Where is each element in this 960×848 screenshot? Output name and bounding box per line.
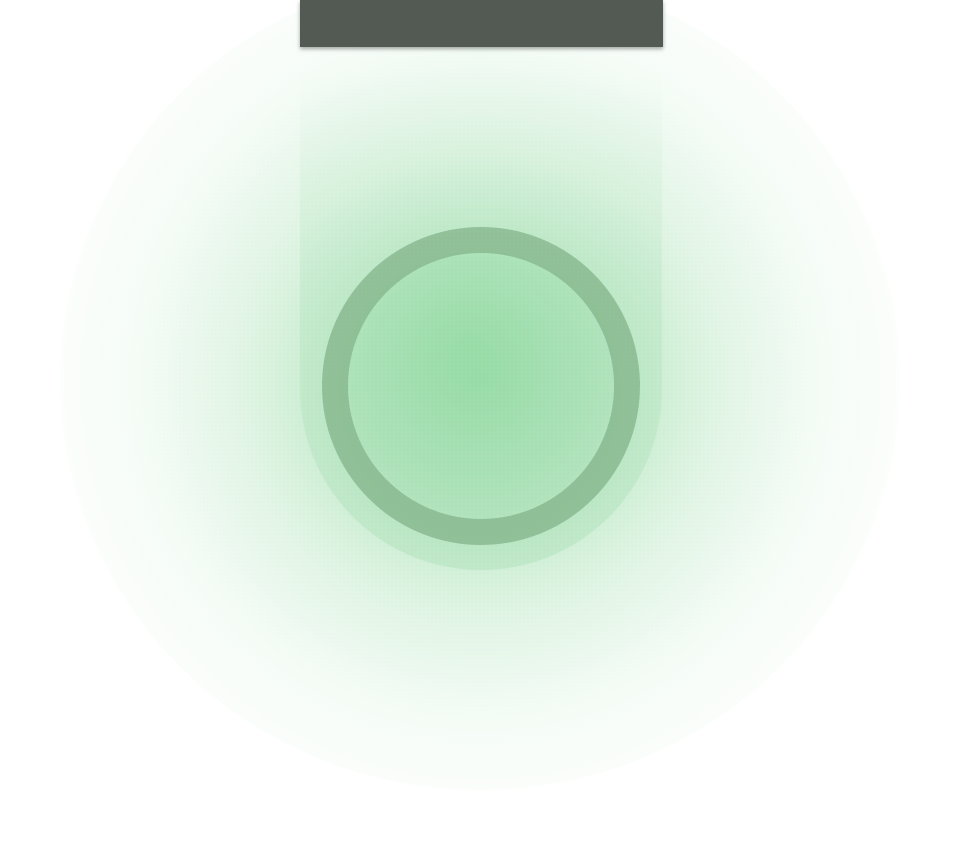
screen bbox=[0, 0, 960, 848]
circle-ring-icon bbox=[348, 253, 614, 519]
top-bar bbox=[300, 0, 663, 47]
circle-ring-button[interactable] bbox=[322, 227, 640, 545]
